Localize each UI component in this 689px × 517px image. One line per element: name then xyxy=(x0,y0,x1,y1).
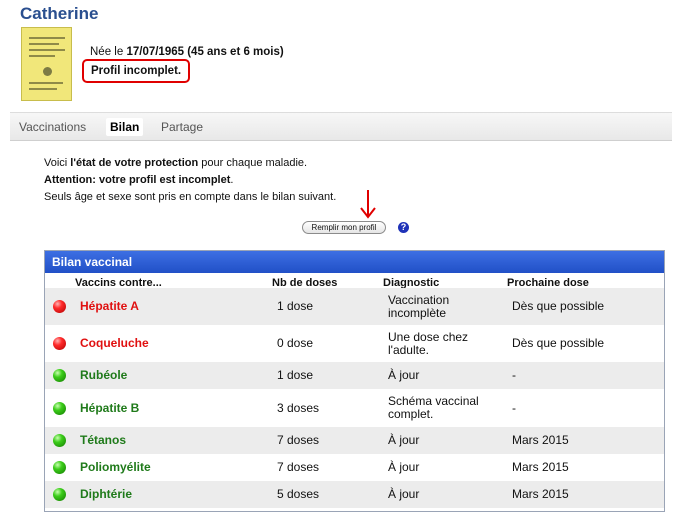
birth-age: (45 ans et 6 mois) xyxy=(187,46,284,58)
next-dose: Mars 2015 xyxy=(512,460,569,474)
vaccine-name: Coqueluche xyxy=(80,336,149,350)
diagnostic-line-2: l'adulte. xyxy=(388,342,429,357)
dose-count: 0 dose xyxy=(277,336,314,350)
next-dose: - xyxy=(512,368,516,382)
table-row: Hépatite B 3 doses Schéma vaccinal complet.… xyxy=(45,389,664,427)
red-arrow-annotation xyxy=(360,190,376,219)
table-row: Diphtérie 5 doses À jour Mars 2015 xyxy=(45,481,664,508)
next-dose: Mars 2015 xyxy=(512,487,569,501)
status-green-dot-icon xyxy=(53,461,66,474)
tab-vaccinations[interactable]: Vaccinations xyxy=(15,118,90,136)
table-row: Hépatite A 1 dose Vaccination incomplète Dès… xyxy=(45,288,664,325)
vaccine-name: Rubéole xyxy=(80,368,128,382)
tabs-bar: Vaccinations Bilan Partage xyxy=(10,112,672,141)
diagnostic-line-1: Une dose chez xyxy=(388,329,469,344)
vaccine-name: Diphtérie xyxy=(80,487,133,501)
next-dose: - xyxy=(512,400,516,415)
vaccine-name: Poliomyélite xyxy=(80,460,151,474)
intro-line-2-suffix: . xyxy=(230,174,234,186)
diagnostic-line-1: À jour xyxy=(388,459,420,474)
diagnostic: Une dose chez l'adulte. xyxy=(388,329,469,357)
intro-line-1: Voici l'état de votre protection pour ch… xyxy=(44,157,307,169)
diagnostic: À jour xyxy=(388,367,420,382)
diagnostic-line-2: complet. xyxy=(388,407,434,421)
vaccination-summary-panel: Bilan vaccinal Vaccins contre... Nb de d… xyxy=(44,250,665,512)
vaccine-name: Tétanos xyxy=(80,433,127,447)
vaccination-certificate-image xyxy=(21,27,72,101)
diagnostic-line-1: À jour xyxy=(388,486,420,501)
intro-line-1-bold: l'état de votre protection xyxy=(70,157,199,169)
dose-count: 3 doses xyxy=(277,400,320,415)
intro-line-3: Seuls âge et sexe sont pris en compte da… xyxy=(44,191,337,203)
help-icon[interactable]: ? xyxy=(398,222,409,233)
dose-count: 5 doses xyxy=(277,487,320,501)
intro-line-1-suffix: pour chaque maladie. xyxy=(198,157,308,169)
status-green-dot-icon xyxy=(53,488,66,501)
intro-line-2-bold: Attention: votre profil est incomplet xyxy=(44,174,231,186)
dose-count: 7 doses xyxy=(277,460,320,474)
table-row: Tétanos 7 doses À jour Mars 2015 xyxy=(45,427,664,454)
diagnostic: À jour xyxy=(388,486,420,501)
dose-count: 1 dose xyxy=(277,368,314,382)
table-row: Rubéole 1 dose À jour - xyxy=(45,362,664,389)
vaccine-name: Hépatite A xyxy=(80,299,139,313)
diagnostic: Schéma vaccinal complet. xyxy=(388,395,479,421)
birth-prefix: Née le xyxy=(90,46,124,58)
status-green-dot-icon xyxy=(53,434,66,447)
next-dose: Dès que possible xyxy=(512,336,605,350)
dose-count: 1 dose xyxy=(277,299,314,313)
diagnostic-line-2: incomplète xyxy=(388,305,447,320)
diagnostic-line-1: À jour xyxy=(388,432,420,447)
diagnostic: À jour xyxy=(388,432,420,447)
tab-bilan[interactable]: Bilan xyxy=(106,118,144,136)
birth-info: Née le 17/07/1965 (45 ans et 6 mois) xyxy=(90,46,284,58)
tab-partage[interactable]: Partage xyxy=(157,118,207,136)
table-row: Coqueluche 0 dose Une dose chez l'adulte. Dè… xyxy=(45,325,664,362)
diagnostic: À jour xyxy=(388,459,420,474)
profile-status-badge: Profil incomplet. xyxy=(82,59,190,83)
table-row: Poliomyélite 7 doses À jour Mars 2015 xyxy=(45,454,664,481)
status-red-dot-icon xyxy=(53,300,66,313)
vaccine-name: Hépatite B xyxy=(80,400,140,415)
intro-line-1-prefix: Voici xyxy=(44,157,71,169)
fill-profile-button[interactable]: Remplir mon profil xyxy=(302,221,386,234)
birth-date: 17/07/1965 xyxy=(126,46,185,58)
panel-title: Bilan vaccinal xyxy=(45,251,664,273)
dose-count: 7 doses xyxy=(277,433,320,447)
profile-status-text: Profil incomplet. xyxy=(91,65,182,77)
diagnostic-line-1: Vaccination xyxy=(388,292,450,307)
status-red-dot-icon xyxy=(53,337,66,350)
diagnostic: Vaccination incomplète xyxy=(388,292,450,320)
status-green-dot-icon xyxy=(53,401,66,415)
next-dose: Mars 2015 xyxy=(512,433,569,447)
next-dose: Dès que possible xyxy=(512,299,605,313)
patient-name: Catherine xyxy=(20,4,99,23)
diagnostic-line-1: À jour xyxy=(388,367,420,382)
intro-line-2: Attention: votre profil est incomplet. xyxy=(44,174,233,186)
status-green-dot-icon xyxy=(53,369,66,382)
